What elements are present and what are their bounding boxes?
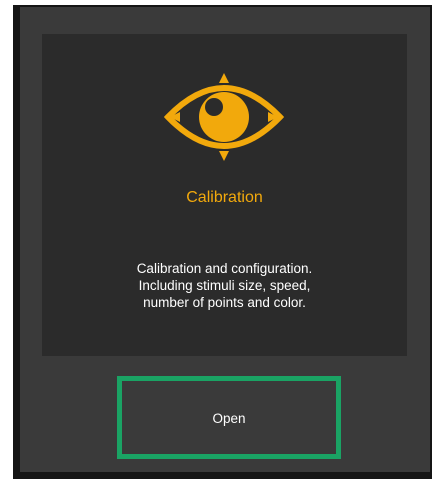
description-line: Including stimuli size, speed, — [138, 278, 311, 293]
card-description: Calibration and configuration. Including… — [82, 260, 367, 311]
card-title: Calibration — [186, 189, 263, 206]
open-button-label: Open — [212, 411, 246, 426]
calibration-card: Calibration Calibration and configuratio… — [42, 34, 407, 356]
description-line: number of points and color. — [143, 295, 306, 310]
open-button[interactable]: Open — [117, 376, 341, 459]
eye-icon — [163, 67, 285, 167]
description-line: Calibration and configuration. — [136, 261, 313, 276]
